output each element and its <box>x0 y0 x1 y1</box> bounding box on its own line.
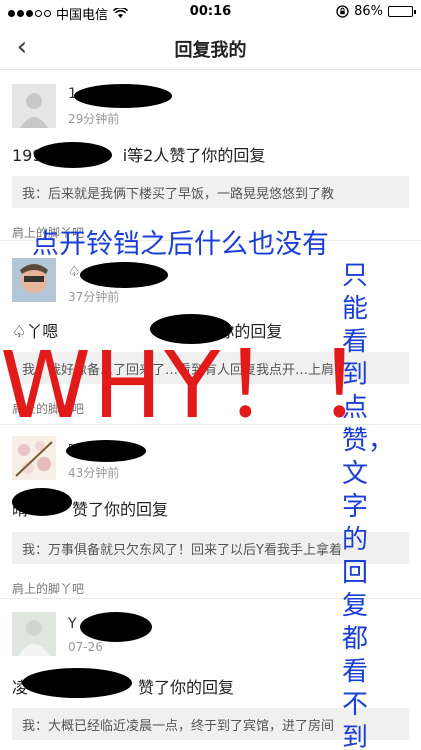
avatar[interactable] <box>12 436 56 480</box>
avatar[interactable] <box>12 84 56 128</box>
user-name[interactable]: Y <box>68 616 77 632</box>
timestamp: 43分钟前 <box>68 466 120 480</box>
action-text: 赞了你的回复 <box>138 678 235 697</box>
timestamp: 07-26 <box>68 640 103 654</box>
redaction-mark <box>12 488 72 516</box>
annotation-only-likes: 只能看到点赞，文字的回复都看不到 <box>342 261 395 750</box>
redaction-mark <box>34 142 112 168</box>
battery-percent: 86% <box>354 4 383 19</box>
redaction-mark <box>80 262 168 288</box>
avatar[interactable] <box>12 612 56 656</box>
source-forum[interactable]: 肩上的脚丫吧 <box>12 580 84 597</box>
action-text: 赞了你的回复 <box>72 500 169 519</box>
redaction-mark <box>74 84 172 108</box>
user-name[interactable]: ♤ <box>68 264 81 280</box>
timestamp: 29分钟前 <box>68 112 120 126</box>
annotation-no-content: 点开铃铛之后什么也没有 <box>32 229 329 260</box>
action-text: i等2人赞了你的回复 <box>122 146 266 165</box>
avatar[interactable] <box>12 258 56 302</box>
quoted-reply[interactable]: 我：后来就是我俩下楼买了早饭，一路晃晃悠悠到了教 <box>12 176 409 208</box>
redaction-mark <box>66 440 146 462</box>
rotation-lock-icon <box>336 5 349 18</box>
battery-icon <box>388 6 416 17</box>
timestamp: 37分钟前 <box>68 290 120 304</box>
status-right: 86% <box>336 4 416 19</box>
nav-bar: ‹ 回复我的 <box>0 24 421 70</box>
redaction-mark <box>80 612 152 642</box>
status-bar: 中国电信 00:16 86% <box>0 0 421 24</box>
page-title: 回复我的 <box>174 40 247 61</box>
redaction-mark <box>22 668 132 698</box>
